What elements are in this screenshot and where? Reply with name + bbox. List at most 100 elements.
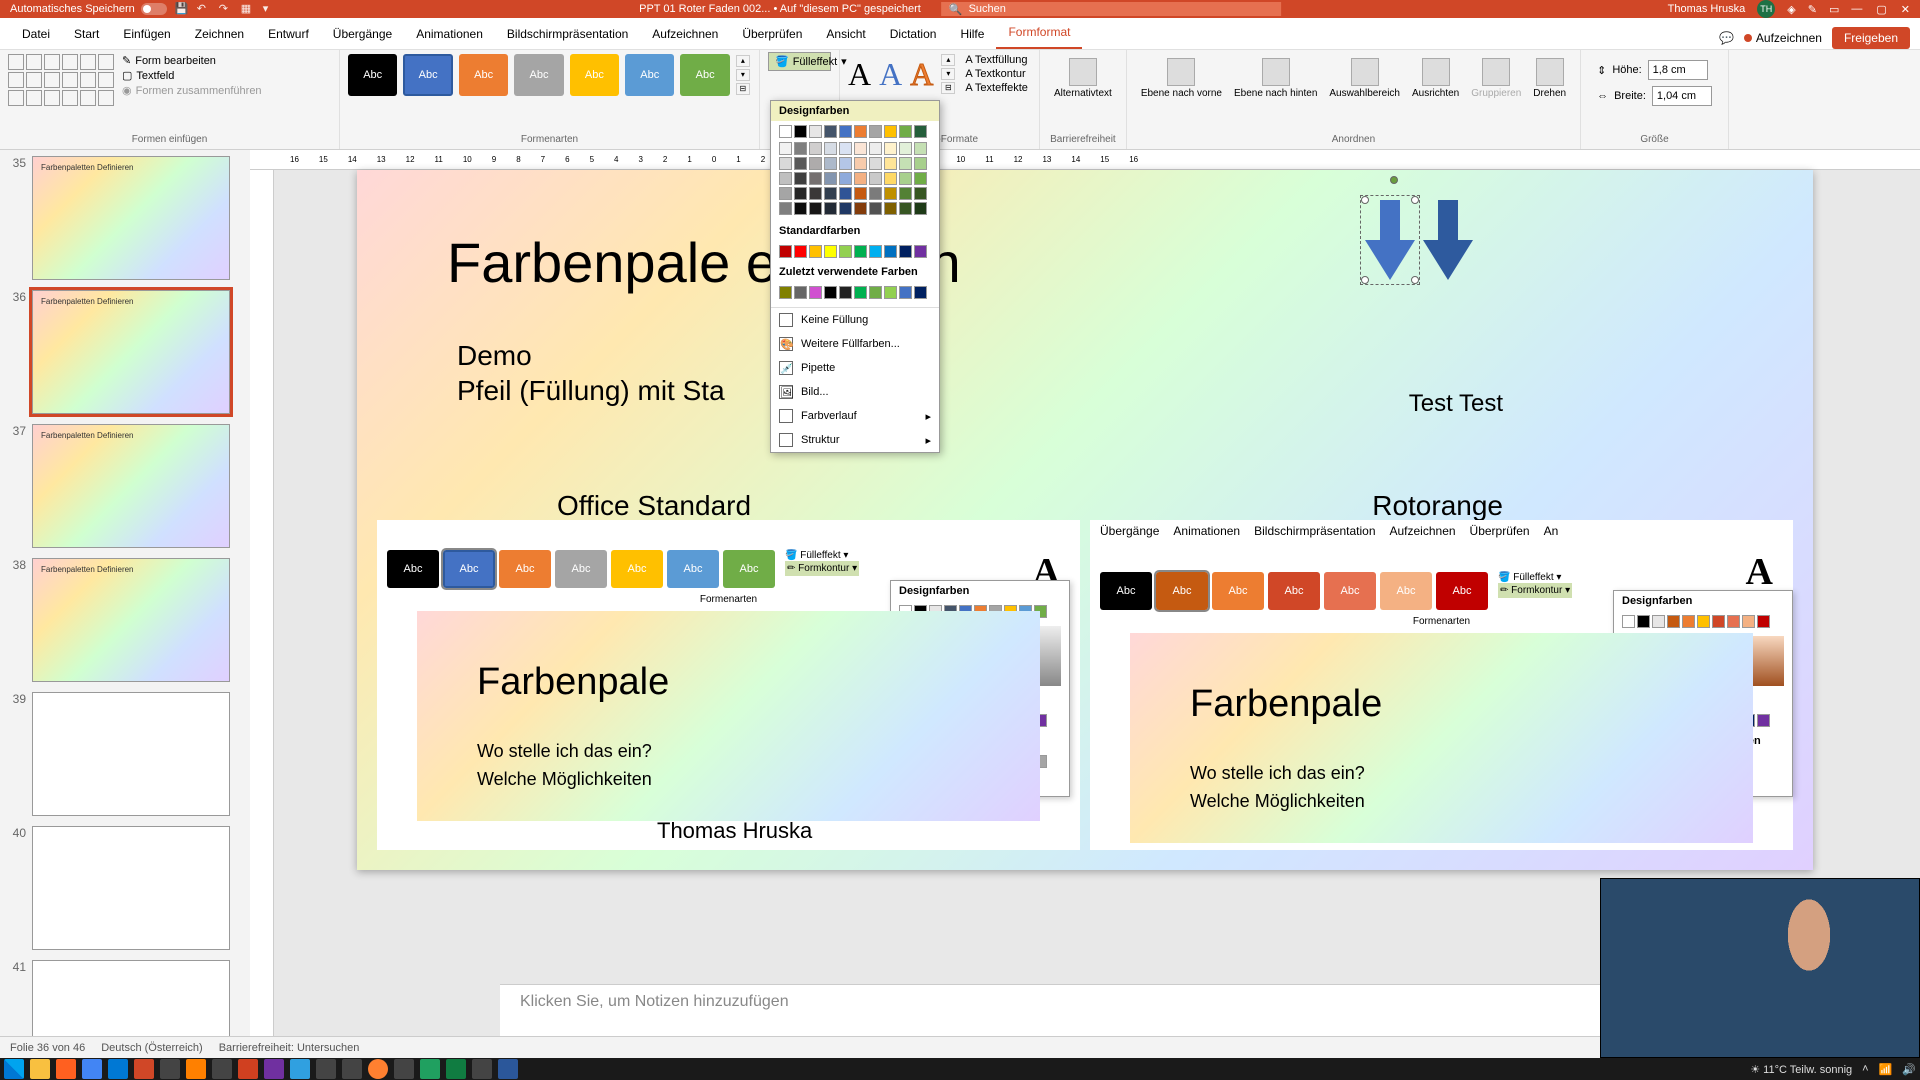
shape-icon[interactable] bbox=[26, 90, 42, 106]
taskbar-app-icon[interactable] bbox=[342, 1059, 362, 1079]
slide-canvas[interactable]: Farbenpale efinieren Demo Pfeil (Füllung… bbox=[357, 170, 1813, 870]
user-avatar[interactable]: TH bbox=[1757, 0, 1775, 18]
shape-icon[interactable] bbox=[62, 90, 78, 106]
taskbar-vlc-icon[interactable] bbox=[186, 1059, 206, 1079]
thumbnail-item[interactable]: 37Farbenpaletten Definieren bbox=[6, 424, 244, 548]
style-swatch-gray[interactable]: Abc bbox=[514, 54, 563, 96]
tab-ueberpruefen[interactable]: Überprüfen bbox=[730, 19, 814, 49]
taskbar-firefox-icon[interactable] bbox=[56, 1059, 76, 1079]
color-swatch[interactable] bbox=[839, 245, 852, 258]
style-swatch-green[interactable]: Abc bbox=[680, 54, 729, 96]
color-swatch[interactable] bbox=[779, 142, 792, 155]
qat-icon[interactable]: ▦ bbox=[241, 2, 255, 16]
rotation-handle[interactable] bbox=[1390, 176, 1398, 184]
user-name[interactable]: Thomas Hruska bbox=[1668, 3, 1746, 15]
fuelleffekt-button[interactable]: 🪣 Fülleffekt ▾ bbox=[768, 52, 831, 71]
color-swatch[interactable] bbox=[824, 157, 837, 170]
start-button[interactable] bbox=[4, 1059, 24, 1079]
tab-zeichnen[interactable]: Zeichnen bbox=[183, 19, 256, 49]
shape-icon[interactable] bbox=[80, 90, 96, 106]
color-swatch[interactable] bbox=[794, 245, 807, 258]
style-swatch-orange[interactable]: Abc bbox=[459, 54, 508, 96]
redo-icon[interactable]: ↷ bbox=[219, 2, 233, 16]
farbverlauf-item[interactable]: Farbverlauf▸ bbox=[771, 404, 939, 428]
shape-icon[interactable] bbox=[44, 90, 60, 106]
color-swatch[interactable] bbox=[824, 202, 837, 215]
color-swatch[interactable] bbox=[824, 286, 837, 299]
tab-aufzeichnen[interactable]: Aufzeichnen bbox=[640, 19, 730, 49]
height-input[interactable] bbox=[1648, 60, 1708, 80]
color-swatch[interactable] bbox=[899, 125, 912, 138]
taskbar-app-icon[interactable] bbox=[238, 1059, 258, 1079]
taskbar-word-icon[interactable] bbox=[498, 1059, 518, 1079]
color-swatch[interactable] bbox=[914, 286, 927, 299]
color-swatch[interactable] bbox=[854, 286, 867, 299]
color-swatch[interactable] bbox=[884, 202, 897, 215]
ausrichten-button[interactable]: Ausrichten bbox=[1406, 54, 1465, 103]
color-swatch[interactable] bbox=[809, 142, 822, 155]
color-swatch[interactable] bbox=[899, 142, 912, 155]
slide-thumbnail-panel[interactable]: 35Farbenpaletten Definieren36Farbenpalet… bbox=[0, 150, 250, 1036]
style-swatch-yellow[interactable]: Abc bbox=[570, 54, 619, 96]
color-swatch[interactable] bbox=[794, 142, 807, 155]
taskbar-edge-icon[interactable] bbox=[420, 1059, 440, 1079]
status-language[interactable]: Deutsch (Österreich) bbox=[101, 1042, 202, 1054]
color-swatch[interactable] bbox=[854, 202, 867, 215]
color-swatch[interactable] bbox=[809, 202, 822, 215]
style-swatch-blue2[interactable]: Abc bbox=[625, 54, 674, 96]
textkontur-button[interactable]: A Textkontur bbox=[965, 68, 1028, 80]
shape-icon[interactable] bbox=[98, 90, 114, 106]
color-swatch[interactable] bbox=[824, 125, 837, 138]
color-swatch[interactable] bbox=[809, 286, 822, 299]
color-swatch[interactable] bbox=[824, 172, 837, 185]
tab-einfuegen[interactable]: Einfügen bbox=[111, 19, 182, 49]
thumbnail-slide[interactable]: Farbenpaletten Definieren bbox=[32, 424, 230, 548]
tab-entwurf[interactable]: Entwurf bbox=[256, 19, 321, 49]
tab-start[interactable]: Start bbox=[62, 19, 111, 49]
shape-icon[interactable] bbox=[8, 90, 24, 106]
color-swatch[interactable] bbox=[914, 172, 927, 185]
shape-icon[interactable] bbox=[26, 54, 42, 70]
tab-uebergaenge[interactable]: Übergänge bbox=[321, 19, 404, 49]
color-swatch[interactable] bbox=[869, 172, 882, 185]
arrow-shape[interactable] bbox=[1423, 200, 1473, 280]
tab-dictation[interactable]: Dictation bbox=[878, 19, 949, 49]
color-swatch[interactable] bbox=[839, 187, 852, 200]
filename[interactable]: PPT 01 Roter Faden 002... • Auf "diesem … bbox=[639, 3, 921, 15]
color-swatch[interactable] bbox=[869, 286, 882, 299]
slide-text-rotorange[interactable]: Rotorange bbox=[1372, 490, 1503, 522]
color-swatch[interactable] bbox=[899, 202, 912, 215]
color-swatch[interactable] bbox=[779, 202, 792, 215]
shapes-gallery[interactable] bbox=[8, 54, 114, 106]
shape-icon[interactable] bbox=[44, 72, 60, 88]
style-down-icon[interactable]: ▾ bbox=[736, 69, 750, 81]
weather-widget[interactable]: ☀ 11°C Teilw. sonnig bbox=[1750, 1063, 1852, 1076]
color-swatch[interactable] bbox=[794, 202, 807, 215]
taskbar-app-icon[interactable] bbox=[316, 1059, 336, 1079]
color-swatch[interactable] bbox=[839, 125, 852, 138]
drehen-button[interactable]: Drehen bbox=[1527, 54, 1572, 103]
toggle-switch[interactable] bbox=[141, 3, 167, 15]
shape-icon[interactable] bbox=[80, 72, 96, 88]
slide-text-test[interactable]: Test Test bbox=[1409, 390, 1503, 418]
shape-icon[interactable] bbox=[80, 54, 96, 70]
textfuellung-button[interactable]: A Textfüllung bbox=[965, 54, 1028, 66]
taskbar-app-icon[interactable] bbox=[160, 1059, 180, 1079]
tray-volume-icon[interactable]: 🔊 bbox=[1902, 1063, 1916, 1076]
color-swatch[interactable] bbox=[899, 245, 912, 258]
color-swatch[interactable] bbox=[779, 187, 792, 200]
color-swatch[interactable] bbox=[839, 142, 852, 155]
color-swatch[interactable] bbox=[914, 142, 927, 155]
color-swatch[interactable] bbox=[854, 187, 867, 200]
arrow-shape-selected[interactable] bbox=[1365, 200, 1415, 280]
shape-icon[interactable] bbox=[44, 54, 60, 70]
wa-more-icon[interactable]: ⊟ bbox=[941, 82, 955, 94]
autosave-toggle[interactable]: Automatisches Speichern bbox=[10, 3, 167, 15]
ebene-hinten-button[interactable]: Ebene nach hinten bbox=[1228, 54, 1323, 103]
struktur-item[interactable]: Struktur▸ bbox=[771, 428, 939, 452]
tab-bildschirm[interactable]: Bildschirmpräsentation bbox=[495, 19, 640, 49]
thumbnail-slide[interactable]: Farbenpaletten Definieren bbox=[32, 558, 230, 682]
thumbnail-slide[interactable]: Farbenpaletten Definieren bbox=[32, 156, 230, 280]
tab-datei[interactable]: Datei bbox=[10, 19, 62, 49]
color-swatch[interactable] bbox=[779, 245, 792, 258]
